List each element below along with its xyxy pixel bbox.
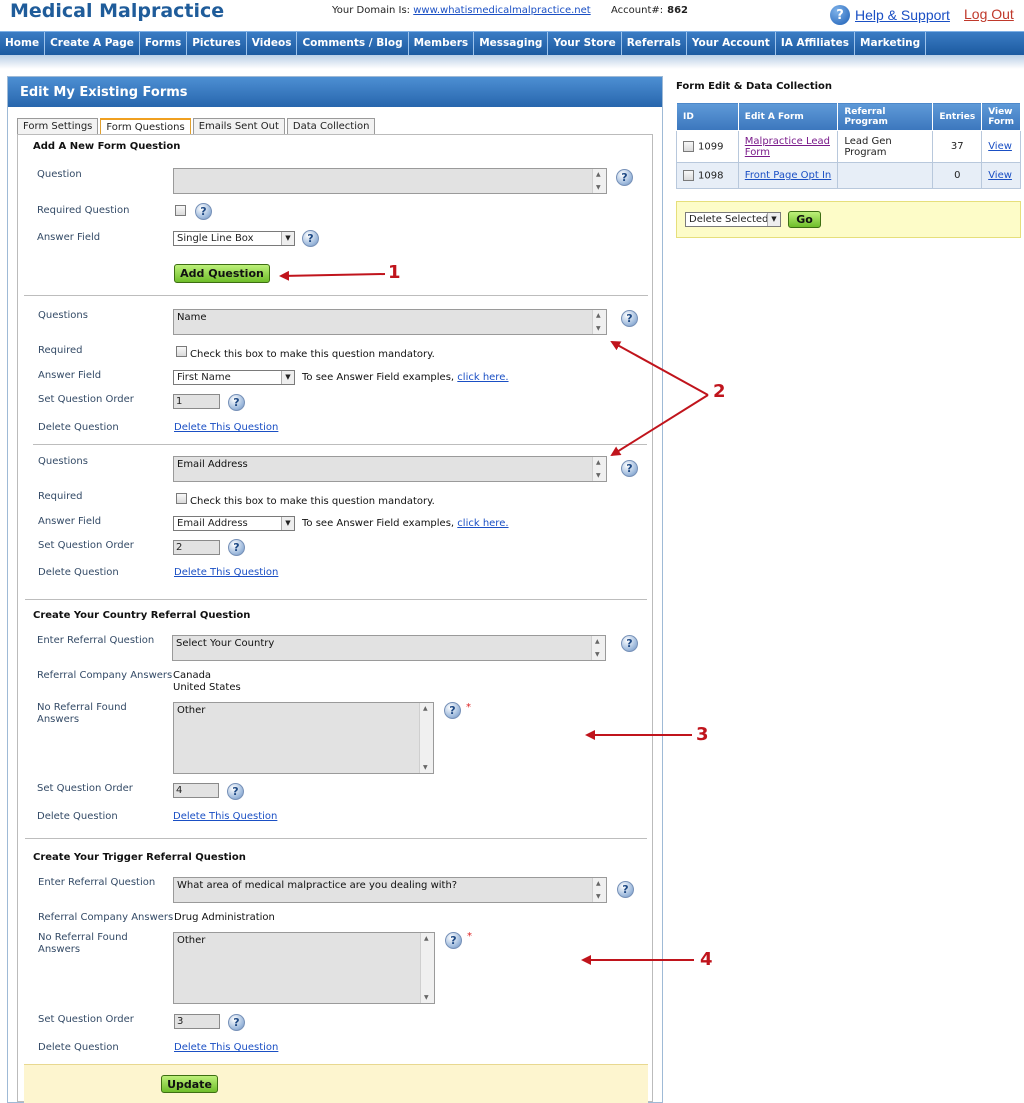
row-id-cell: 1099 [676,130,739,163]
row-checkbox[interactable] [683,140,694,152]
row-entries: 0 [932,162,983,189]
annotation-arrow-1 [279,270,386,281]
table-row: 1099 Malpractice Lead Form Lead Gen Prog… [676,130,1021,163]
row-form-cell: Front Page Opt In [737,162,839,189]
annotation-number-3: 3 [696,724,709,745]
annotation-arrow-2a [610,341,709,396]
col-entries: Entries [932,102,983,131]
col-view-form: View Form [981,102,1021,131]
annotation-arrow-2b [610,394,709,457]
chevron-down-icon: ▼ [767,213,780,226]
annotation-number-2: 2 [713,381,726,402]
row-view-cell: View [981,162,1021,189]
row-id: 1099 [698,141,724,153]
edit-form-link[interactable]: Front Page Opt In [745,170,831,181]
view-form-link[interactable]: View [988,170,1012,181]
annotation-number-4: 4 [700,949,713,970]
row-checkbox[interactable] [683,169,694,181]
row-view-cell: View [981,130,1021,163]
table-row: 1098 Front Page Opt In 0 View [676,162,1021,189]
bulk-action-select[interactable]: Delete Selected ▼ [685,212,781,227]
row-entries: 37 [932,130,983,163]
edit-form-link[interactable]: Malpractice Lead Form [745,136,830,158]
bulk-action-value: Delete Selected [689,214,769,225]
row-form-cell: Malpractice Lead Form [737,130,839,163]
forms-table: ID Edit A Form Referral Program Entries … [676,102,1021,189]
view-form-link[interactable]: View [988,141,1012,152]
table-header-row: ID Edit A Form Referral Program Entries … [676,102,1021,131]
col-id: ID [676,102,739,131]
go-button[interactable]: Go [788,211,821,228]
col-referral-program: Referral Program [837,102,934,131]
row-id: 1098 [698,170,724,182]
row-program: Lead Gen Program [837,130,934,163]
right-panel-title: Form Edit & Data Collection [676,81,833,92]
annotation-number-1: 1 [388,262,401,283]
row-program [837,162,934,189]
col-edit-a-form: Edit A Form [737,102,839,131]
row-id-cell: 1098 [676,162,739,189]
